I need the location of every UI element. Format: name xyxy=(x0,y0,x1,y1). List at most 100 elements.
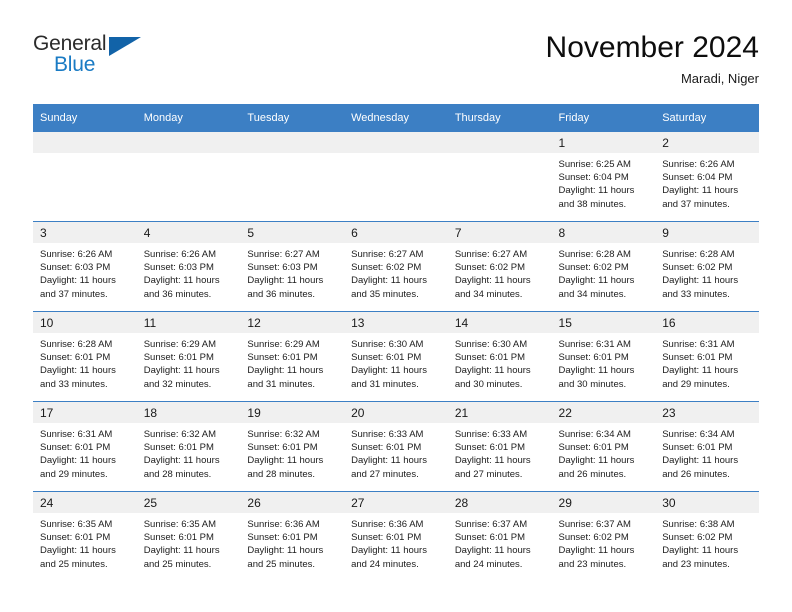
weekday-header-row: Sunday Monday Tuesday Wednesday Thursday… xyxy=(33,104,759,132)
calendar-day-cell[interactable]: 7 Sunrise: 6:27 AM Sunset: 6:02 PM Daylight… xyxy=(447,221,552,312)
daylight-text-line2: and 32 minutes. xyxy=(143,378,212,390)
daylight-text-line1: Daylight: 11 hours xyxy=(558,455,635,467)
calendar-day-cell[interactable]: 21 Sunrise: 6:33 AM Sunset: 6:01 PM Dayligh… xyxy=(447,401,552,492)
calendar-day-cell[interactable]: 5 Sunrise: 6:27 AM Sunset: 6:03 PM Daylight… xyxy=(240,221,345,312)
calendar-day-cell[interactable]: 14 Sunrise: 6:30 AM Sunset: 6:01 PM Dayligh… xyxy=(447,311,552,402)
day-number: 24 xyxy=(40,496,54,510)
sunset-text: Sunset: 6:02 PM xyxy=(454,262,526,274)
calendar-day-cell[interactable]: 13 Sunrise: 6:30 AM Sunset: 6:01 PM Dayligh… xyxy=(344,311,448,402)
day-number: 1 xyxy=(558,136,566,150)
day-details: Sunrise: 6:26 AM Sunset: 6:03 PM Daylight:… xyxy=(33,243,137,301)
sunset-text: Sunset: 6:01 PM xyxy=(662,442,733,454)
calendar-day-cell[interactable]: 6 Sunrise: 6:27 AM Sunset: 6:02 PM Daylight… xyxy=(344,221,448,312)
sunrise-text: Sunrise: 6:38 AM xyxy=(662,519,735,530)
sunrise-text: Sunrise: 6:28 AM xyxy=(558,249,631,260)
sunset-text: Sunset: 6:02 PM xyxy=(558,262,629,274)
daylight-text-line2: and 31 minutes. xyxy=(351,378,419,390)
calendar-day-cell-empty xyxy=(240,132,345,222)
calendar-day-cell[interactable]: 28 Sunrise: 6:37 AM Sunset: 6:01 PM Dayligh… xyxy=(447,491,552,581)
daylight-text-line1: Daylight: 11 hours xyxy=(558,185,635,197)
daylight-text-line1: Daylight: 11 hours xyxy=(662,545,739,557)
sunset-text: Sunset: 6:01 PM xyxy=(247,352,318,364)
calendar-week-row: 1 Sunrise: 6:25 AM Sunset: 6:04 PM Daylight… xyxy=(33,132,759,222)
calendar-day-cell[interactable]: 11 Sunrise: 6:29 AM Sunset: 6:01 PM Dayligh… xyxy=(136,311,241,402)
calendar-day-cell[interactable]: 29 Sunrise: 6:37 AM Sunset: 6:02 PM Dayligh… xyxy=(551,491,656,581)
day-number-band: 9 xyxy=(655,222,759,243)
calendar-day-cell[interactable]: 9 Sunrise: 6:28 AM Sunset: 6:02 PM Daylight… xyxy=(655,221,759,312)
calendar-day-cell[interactable]: 24 Sunrise: 6:35 AM Sunset: 6:01 PM Dayligh… xyxy=(33,491,137,581)
calendar-day-cell[interactable]: 26 Sunrise: 6:36 AM Sunset: 6:01 PM Dayligh… xyxy=(240,491,345,581)
calendar-day-cell[interactable]: 16 Sunrise: 6:31 AM Sunset: 6:01 PM Dayligh… xyxy=(655,311,759,402)
calendar-day-cell[interactable]: 4 Sunrise: 6:26 AM Sunset: 6:03 PM Daylight… xyxy=(136,221,241,312)
calendar-day-cell[interactable]: 27 Sunrise: 6:36 AM Sunset: 6:01 PM Dayligh… xyxy=(344,491,448,581)
calendar-page: General Blue November 2024 Maradi, Niger… xyxy=(0,0,792,612)
daylight-text-line1: Daylight: 11 hours xyxy=(247,545,324,557)
calendar-day-cell[interactable]: 10 Sunrise: 6:28 AM Sunset: 6:01 PM Dayligh… xyxy=(33,311,137,402)
day-number-band xyxy=(344,132,448,153)
sunset-text: Sunset: 6:01 PM xyxy=(351,352,422,364)
day-number-band: 18 xyxy=(136,402,241,423)
calendar-week-row: 3 Sunrise: 6:26 AM Sunset: 6:03 PM Daylight… xyxy=(33,221,759,312)
daylight-text-line1: Daylight: 11 hours xyxy=(662,185,739,197)
day-number-band: 25 xyxy=(136,492,241,513)
sunrise-text: Sunrise: 6:34 AM xyxy=(662,429,735,440)
day-number-band: 11 xyxy=(136,312,241,333)
calendar-week-row: 10 Sunrise: 6:28 AM Sunset: 6:01 PM Dayligh… xyxy=(33,311,759,402)
daylight-text-line1: Daylight: 11 hours xyxy=(454,365,531,377)
calendar-day-cell[interactable]: 1 Sunrise: 6:25 AM Sunset: 6:04 PM Daylight… xyxy=(551,132,656,222)
daylight-text-line2: and 26 minutes. xyxy=(662,468,730,480)
calendar-day-cell[interactable]: 3 Sunrise: 6:26 AM Sunset: 6:03 PM Daylight… xyxy=(33,221,137,312)
calendar-day-cell[interactable]: 18 Sunrise: 6:32 AM Sunset: 6:01 PM Dayligh… xyxy=(136,401,241,492)
sunset-text: Sunset: 6:04 PM xyxy=(662,172,733,184)
sunset-text: Sunset: 6:01 PM xyxy=(247,442,318,454)
calendar-day-cell[interactable]: 23 Sunrise: 6:34 AM Sunset: 6:01 PM Dayligh… xyxy=(655,401,759,492)
daylight-text-line1: Daylight: 11 hours xyxy=(454,275,531,287)
daylight-text-line1: Daylight: 11 hours xyxy=(143,455,220,467)
sunset-text: Sunset: 6:01 PM xyxy=(454,442,526,454)
day-details: Sunrise: 6:31 AM Sunset: 6:01 PM Daylight:… xyxy=(552,333,656,391)
page-title: November 2024 xyxy=(545,31,759,64)
calendar-day-cell[interactable]: 25 Sunrise: 6:35 AM Sunset: 6:01 PM Dayligh… xyxy=(136,491,241,581)
sunrise-text: Sunrise: 6:35 AM xyxy=(143,519,217,530)
daylight-text-line1: Daylight: 11 hours xyxy=(247,275,324,287)
calendar-day-cell[interactable]: 12 Sunrise: 6:29 AM Sunset: 6:01 PM Dayligh… xyxy=(240,311,345,402)
day-details: Sunrise: 6:28 AM Sunset: 6:02 PM Daylight:… xyxy=(552,243,656,301)
calendar-day-cell[interactable]: 30 Sunrise: 6:38 AM Sunset: 6:02 PM Dayligh… xyxy=(655,491,759,581)
sunset-text: Sunset: 6:02 PM xyxy=(351,262,422,274)
sunset-text: Sunset: 6:01 PM xyxy=(143,442,214,454)
sunrise-text: Sunrise: 6:26 AM xyxy=(143,249,217,260)
sunrise-text: Sunrise: 6:37 AM xyxy=(558,519,631,530)
daylight-text-line2: and 37 minutes. xyxy=(40,288,108,300)
daylight-text-line2: and 24 minutes. xyxy=(454,558,523,570)
calendar-day-cell[interactable]: 20 Sunrise: 6:33 AM Sunset: 6:01 PM Dayligh… xyxy=(344,401,448,492)
day-number-band: 26 xyxy=(240,492,345,513)
general-blue-logo[interactable]: General Blue xyxy=(33,32,233,86)
sunrise-text: Sunrise: 6:27 AM xyxy=(247,249,320,260)
day-number: 15 xyxy=(558,316,572,330)
sunrise-text: Sunrise: 6:28 AM xyxy=(40,339,113,350)
calendar-day-cell[interactable]: 2 Sunrise: 6:26 AM Sunset: 6:04 PM Daylight… xyxy=(655,132,759,222)
day-number-band: 16 xyxy=(655,312,759,333)
sunrise-text: Sunrise: 6:30 AM xyxy=(454,339,528,350)
day-number-band: 20 xyxy=(344,402,448,423)
daylight-text-line2: and 25 minutes. xyxy=(247,558,316,570)
daylight-text-line2: and 36 minutes. xyxy=(247,288,316,300)
calendar-day-cell[interactable]: 19 Sunrise: 6:32 AM Sunset: 6:01 PM Dayligh… xyxy=(240,401,345,492)
daylight-text-line2: and 38 minutes. xyxy=(558,198,627,210)
calendar-day-cell-empty xyxy=(136,132,241,222)
sunset-text: Sunset: 6:01 PM xyxy=(40,442,111,454)
sunrise-text: Sunrise: 6:31 AM xyxy=(662,339,735,350)
calendar-day-cell[interactable]: 15 Sunrise: 6:31 AM Sunset: 6:01 PM Dayligh… xyxy=(551,311,656,402)
day-details: Sunrise: 6:27 AM Sunset: 6:03 PM Daylight:… xyxy=(240,243,344,301)
daylight-text-line1: Daylight: 11 hours xyxy=(662,275,739,287)
daylight-text-line2: and 37 minutes. xyxy=(662,198,730,210)
day-number: 30 xyxy=(662,496,676,510)
day-details: Sunrise: 6:35 AM Sunset: 6:01 PM Daylight:… xyxy=(33,513,137,571)
day-number: 19 xyxy=(247,406,261,420)
calendar-day-cell[interactable]: 22 Sunrise: 6:34 AM Sunset: 6:01 PM Dayligh… xyxy=(551,401,656,492)
calendar-body: 1 Sunrise: 6:25 AM Sunset: 6:04 PM Daylight… xyxy=(33,132,759,581)
day-details: Sunrise: 6:29 AM Sunset: 6:01 PM Daylight:… xyxy=(137,333,241,391)
calendar-day-cell[interactable]: 17 Sunrise: 6:31 AM Sunset: 6:01 PM Dayligh… xyxy=(33,401,137,492)
calendar-day-cell[interactable]: 8 Sunrise: 6:28 AM Sunset: 6:02 PM Daylight… xyxy=(551,221,656,312)
day-number: 5 xyxy=(247,226,255,240)
